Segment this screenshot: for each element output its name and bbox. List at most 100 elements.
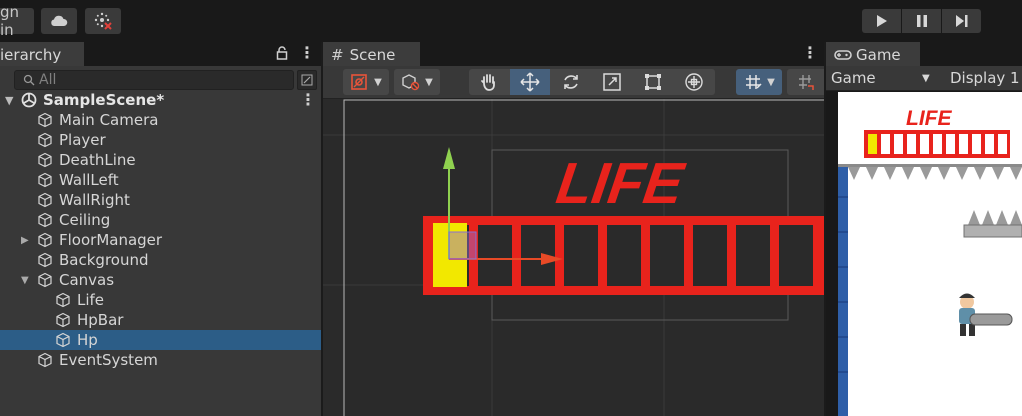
scene-name: SampleScene*	[43, 91, 165, 109]
draw-mode-dropdown[interactable]: ▼	[343, 69, 389, 95]
filter-icon	[301, 74, 313, 86]
gameobject-cube-icon	[37, 172, 53, 188]
scene-canvas	[323, 99, 824, 416]
gameobject-cube-icon	[37, 252, 53, 268]
search-filter-button[interactable]	[297, 70, 317, 90]
hierarchy-item-label: EventSystem	[59, 351, 158, 369]
game-view-dropdown[interactable]: Game ▼	[826, 66, 940, 90]
cloud-icon	[51, 15, 68, 26]
hierarchy-item[interactable]: WallRight	[0, 190, 321, 210]
game-tab-label: Game	[856, 46, 901, 64]
hierarchy-item[interactable]: EventSystem	[0, 350, 321, 370]
hierarchy-item[interactable]: Life	[0, 290, 321, 310]
hierarchy-item-label: HpBar	[77, 311, 124, 329]
rect-transform-icon	[645, 74, 661, 90]
hand-tool[interactable]	[469, 69, 509, 95]
search-icon	[23, 74, 35, 86]
expand-arrow-icon[interactable]: ▼	[5, 94, 13, 107]
hierarchy-search-field[interactable]: All	[14, 70, 294, 90]
tab-scene[interactable]: # Scene	[323, 42, 420, 66]
global-toggle[interactable]: ▼	[736, 69, 782, 95]
sign-in-label: gn in	[0, 3, 20, 39]
hierarchy-item-label: Ceiling	[59, 211, 111, 229]
hierarchy-item[interactable]: HpBar	[0, 310, 321, 330]
scene-menu-icon[interactable]: ⋮	[300, 90, 316, 109]
gameobject-cube-icon	[37, 152, 53, 168]
expand-arrow-icon[interactable]: ▼	[21, 275, 29, 286]
hierarchy-item[interactable]: DeathLine	[0, 150, 321, 170]
hierarchy-item[interactable]: Player	[0, 130, 321, 150]
visibility-dropdown[interactable]: ▼	[394, 69, 440, 95]
transform-all-icon	[685, 73, 703, 91]
hierarchy-item-label: WallLeft	[59, 171, 119, 189]
gameobject-cube-icon	[37, 232, 53, 248]
main-toolbar: gn in	[0, 0, 1022, 43]
chevron-down-icon: ▼	[767, 76, 775, 88]
game-canvas	[838, 130, 1022, 416]
cube-visibility-icon	[402, 74, 420, 91]
hierarchy-item[interactable]: Background	[0, 250, 321, 270]
chevron-down-icon: ▼	[922, 72, 930, 84]
sign-in-button[interactable]: gn in	[0, 3, 34, 39]
unity-scene-icon	[21, 92, 37, 108]
step-button[interactable]	[942, 9, 981, 33]
gameobject-cube-icon	[55, 292, 71, 308]
move-tool[interactable]	[510, 69, 550, 95]
cloud-button[interactable]	[41, 8, 77, 34]
pivot-grid-icon	[746, 75, 762, 89]
tab-game[interactable]: Game	[826, 42, 920, 66]
hierarchy-tabbar: ierarchy ⋮	[0, 42, 321, 66]
hierarchy-panel: ierarchy ⋮ All ▼ SampleScene* ⋮ Main Cam…	[0, 42, 321, 416]
rotate-tool[interactable]	[551, 69, 591, 95]
draw-mode-icon	[351, 74, 367, 90]
play-button[interactable]	[862, 9, 901, 33]
scene-menu-icon[interactable]: ⋮	[802, 43, 818, 62]
hierarchy-item[interactable]: Ceiling	[0, 210, 321, 230]
player-sprite	[959, 293, 1013, 336]
transform-tool[interactable]	[674, 69, 714, 95]
game-viewport[interactable]: LIFE	[838, 92, 1022, 416]
hierarchy-item-label: Life	[77, 291, 105, 309]
chevron-down-icon: ▼	[425, 76, 433, 88]
display-label: Display 1	[950, 69, 1020, 87]
display-dropdown[interactable]: Display 1	[942, 66, 1022, 90]
hierarchy-item-label: DeathLine	[59, 151, 136, 169]
hierarchy-item[interactable]: ▼ Canvas	[0, 270, 321, 290]
search-placeholder: All	[39, 72, 57, 88]
lock-icon[interactable]	[276, 46, 288, 60]
hierarchy-item-label: FloorManager	[59, 231, 163, 249]
gameobject-cube-icon	[37, 272, 53, 288]
tab-hierarchy[interactable]: ierarchy	[0, 42, 84, 66]
scale-tool[interactable]	[592, 69, 632, 95]
play-icon	[876, 15, 887, 27]
collapse-arrow-icon[interactable]: ▶	[21, 235, 29, 246]
grid-snap-toggle[interactable]	[787, 69, 824, 95]
scene-viewport[interactable]: LIFE	[323, 99, 824, 416]
collab-button[interactable]	[85, 8, 121, 34]
scene-tabbar: # Scene ⋮	[323, 42, 824, 66]
hierarchy-item[interactable]: Hp	[0, 330, 321, 350]
hierarchy-item-label: Canvas	[59, 271, 115, 289]
hierarchy-item-label: Player	[59, 131, 106, 149]
hierarchy-item-label: Hp	[77, 331, 98, 349]
gamepad-icon	[834, 50, 852, 60]
game-view-label: Game	[831, 69, 876, 87]
hierarchy-tab-label: ierarchy	[0, 46, 62, 64]
gameobject-cube-icon	[55, 332, 71, 348]
gameobject-cube-icon	[37, 212, 53, 228]
rect-tool[interactable]	[633, 69, 673, 95]
hierarchy-item-label: Background	[59, 251, 149, 269]
scene-tab-label: Scene	[349, 46, 396, 64]
gameobject-cube-icon	[37, 192, 53, 208]
scene-row[interactable]: ▼ SampleScene* ⋮	[0, 90, 321, 110]
hierarchy-item[interactable]: ▶ FloorManager	[0, 230, 321, 250]
scale-icon	[603, 73, 621, 91]
gameobject-cube-icon	[37, 132, 53, 148]
gameobject-cube-icon	[55, 312, 71, 328]
move-icon	[520, 72, 540, 92]
pause-button[interactable]	[902, 9, 941, 33]
hierarchy-menu-icon[interactable]: ⋮	[299, 43, 315, 62]
hierarchy-item[interactable]: Main Camera	[0, 110, 321, 130]
hierarchy-item[interactable]: WallLeft	[0, 170, 321, 190]
rotate-icon	[564, 75, 578, 89]
